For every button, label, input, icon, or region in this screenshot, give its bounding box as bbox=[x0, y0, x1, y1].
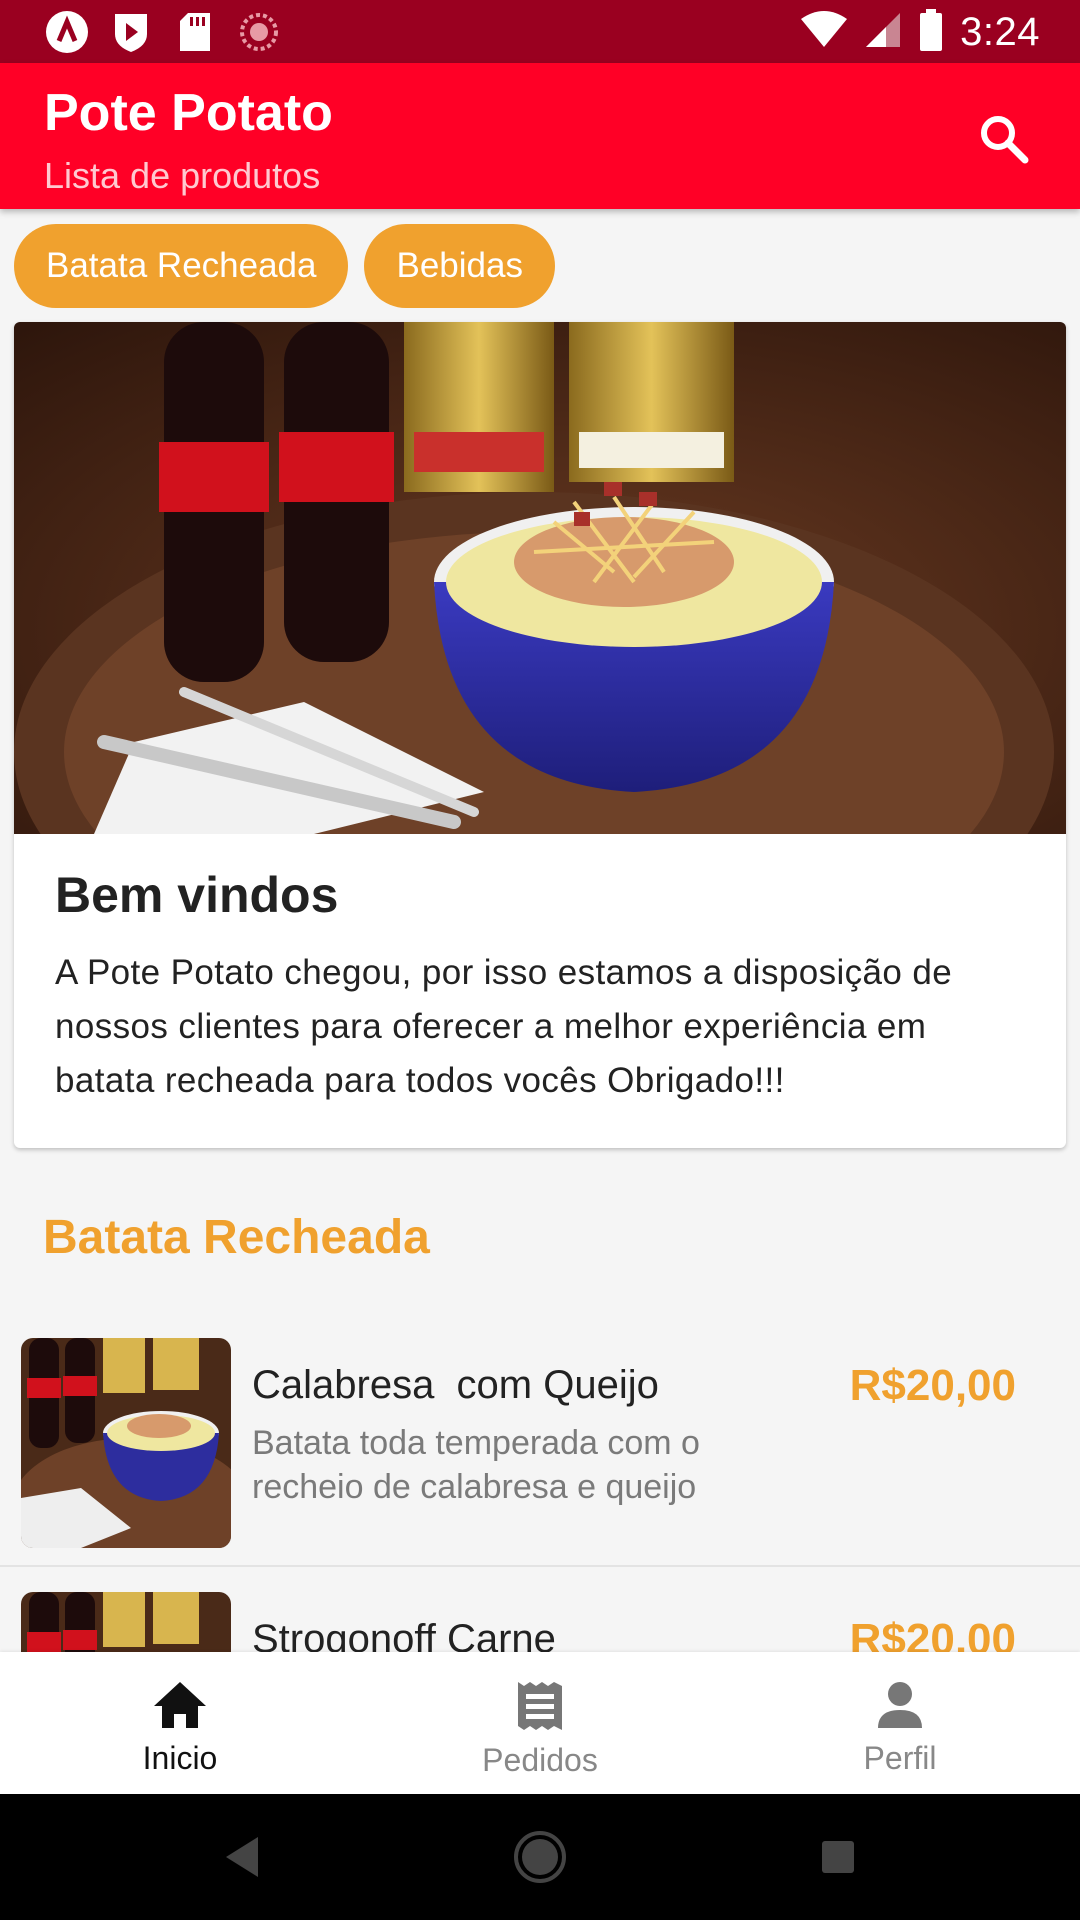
home-circle-icon bbox=[514, 1831, 566, 1883]
system-navigation-bar bbox=[0, 1794, 1080, 1920]
sd-card-icon bbox=[172, 9, 218, 55]
app-a-icon bbox=[44, 9, 90, 55]
section-title: Batata Recheada bbox=[43, 1211, 430, 1264]
person-icon bbox=[878, 1682, 922, 1728]
welcome-title: Bem vindos bbox=[55, 867, 339, 923]
home-icon bbox=[154, 1682, 206, 1728]
recents-icon bbox=[822, 1841, 854, 1873]
bottom-navigation: Inicio Pedidos Perfil bbox=[0, 1652, 1080, 1794]
loading-icon bbox=[236, 9, 282, 55]
nav-label: Pedidos bbox=[482, 1742, 598, 1778]
recents-button[interactable] bbox=[808, 1827, 868, 1887]
play-shield-icon bbox=[108, 9, 154, 55]
notification-icons bbox=[44, 8, 282, 56]
app-bar: Pote Potato Lista de produtos bbox=[0, 63, 1080, 209]
product-name: Calabresa com Queijo bbox=[252, 1363, 659, 1407]
category-chips: Batata Recheada Bebidas bbox=[14, 224, 555, 308]
welcome-text: A Pote Potato chegou, por isso estamos a… bbox=[55, 953, 953, 1100]
wifi-icon bbox=[800, 10, 848, 54]
welcome-card: Bem vindos A Pote Potato chegou, por iss… bbox=[14, 322, 1066, 1148]
nav-label: Inicio bbox=[142, 1740, 218, 1776]
nav-label: Perfil bbox=[863, 1740, 937, 1776]
battery-icon bbox=[918, 8, 944, 57]
product-image bbox=[21, 1338, 231, 1548]
nav-inicio[interactable]: Inicio bbox=[0, 1652, 360, 1794]
signal-icon bbox=[864, 11, 902, 54]
receipt-icon bbox=[518, 1682, 562, 1730]
app-subtitle: Lista de produtos bbox=[44, 155, 321, 196]
chip-batata-recheada[interactable]: Batata Recheada bbox=[14, 224, 349, 308]
clock: 3:24 bbox=[960, 9, 1040, 54]
chip-bebidas[interactable]: Bebidas bbox=[364, 224, 555, 308]
status-bar: 3:24 bbox=[0, 0, 1080, 63]
home-button[interactable] bbox=[510, 1827, 570, 1887]
back-button[interactable] bbox=[212, 1827, 272, 1887]
nav-perfil[interactable]: Perfil bbox=[720, 1652, 1080, 1794]
back-icon bbox=[226, 1837, 258, 1877]
nav-pedidos[interactable]: Pedidos bbox=[360, 1652, 720, 1794]
search-icon bbox=[981, 116, 1029, 164]
search-button[interactable] bbox=[968, 103, 1040, 175]
app-title: Pote Potato bbox=[44, 84, 333, 142]
product-price: R$20,00 bbox=[849, 1361, 1016, 1410]
product-item[interactable]: Calabresa com Queijo Batata toda tempera… bbox=[0, 1313, 1080, 1567]
product-description: Batata toda temperada com o recheio de c… bbox=[252, 1424, 700, 1506]
banner-image bbox=[14, 322, 1066, 834]
